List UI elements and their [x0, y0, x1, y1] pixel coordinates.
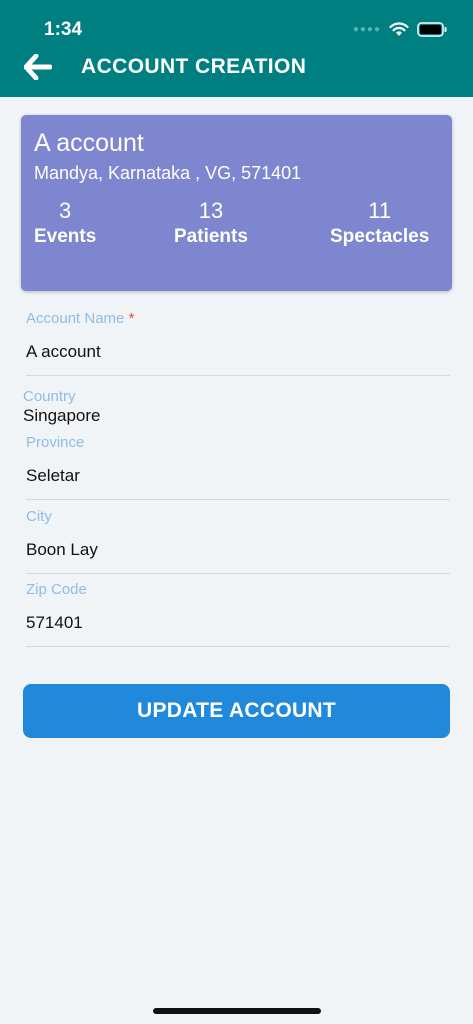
stat-value: 11	[368, 198, 392, 223]
signal-icon: ●●●●	[352, 24, 381, 35]
divider	[26, 573, 450, 574]
zip-code-field[interactable]: Zip Code 571401	[26, 581, 450, 647]
page-title: ACCOUNT CREATION	[81, 55, 307, 78]
divider	[26, 375, 450, 376]
country-select[interactable]: Singapore	[23, 406, 101, 426]
stat-patients: 13 Patients	[174, 198, 248, 248]
stat-value: 13	[198, 198, 224, 223]
province-input[interactable]: Seletar	[26, 466, 80, 486]
city-label: City	[26, 508, 52, 525]
province-field[interactable]: Province Seletar	[26, 434, 450, 500]
stat-events: 3 Events	[34, 198, 96, 248]
stat-label: Spectacles	[330, 226, 430, 247]
zip-code-label: Zip Code	[26, 581, 87, 598]
country-field[interactable]: Country Singapore	[23, 388, 447, 430]
required-mark: *	[128, 310, 135, 327]
account-name-field[interactable]: Account Name * A account	[26, 310, 450, 376]
stat-label: Patients	[174, 226, 248, 247]
country-label: Country	[23, 388, 76, 405]
status-time: 1:34	[44, 19, 83, 40]
app-header: 1:34 ●●●● ACCOUNT CREATION	[0, 0, 473, 97]
home-indicator	[153, 1008, 321, 1014]
province-label: Province	[26, 434, 85, 451]
wifi-icon	[389, 22, 409, 36]
zip-code-input[interactable]: 571401	[26, 613, 83, 633]
battery-icon	[417, 22, 447, 37]
account-name-heading: A account	[34, 129, 144, 157]
arrow-left-icon	[24, 54, 52, 80]
account-name-input[interactable]: A account	[26, 342, 101, 362]
city-field[interactable]: City Boon Lay	[26, 508, 450, 574]
update-account-button[interactable]: UPDATE ACCOUNT	[23, 684, 450, 738]
stat-spectacles: 11 Spectacles	[330, 198, 429, 248]
stat-label: Events	[34, 226, 97, 247]
account-name-label: Account Name *	[26, 310, 135, 327]
city-input[interactable]: Boon Lay	[26, 540, 98, 560]
back-button[interactable]	[24, 51, 54, 83]
stat-value: 3	[59, 198, 72, 223]
status-icons: ●●●●	[353, 22, 447, 37]
account-summary-card: A account Mandya, Karnataka , VG, 571401…	[21, 115, 452, 291]
account-address: Mandya, Karnataka , VG, 571401	[34, 163, 302, 183]
divider	[26, 646, 450, 647]
divider	[26, 499, 450, 500]
